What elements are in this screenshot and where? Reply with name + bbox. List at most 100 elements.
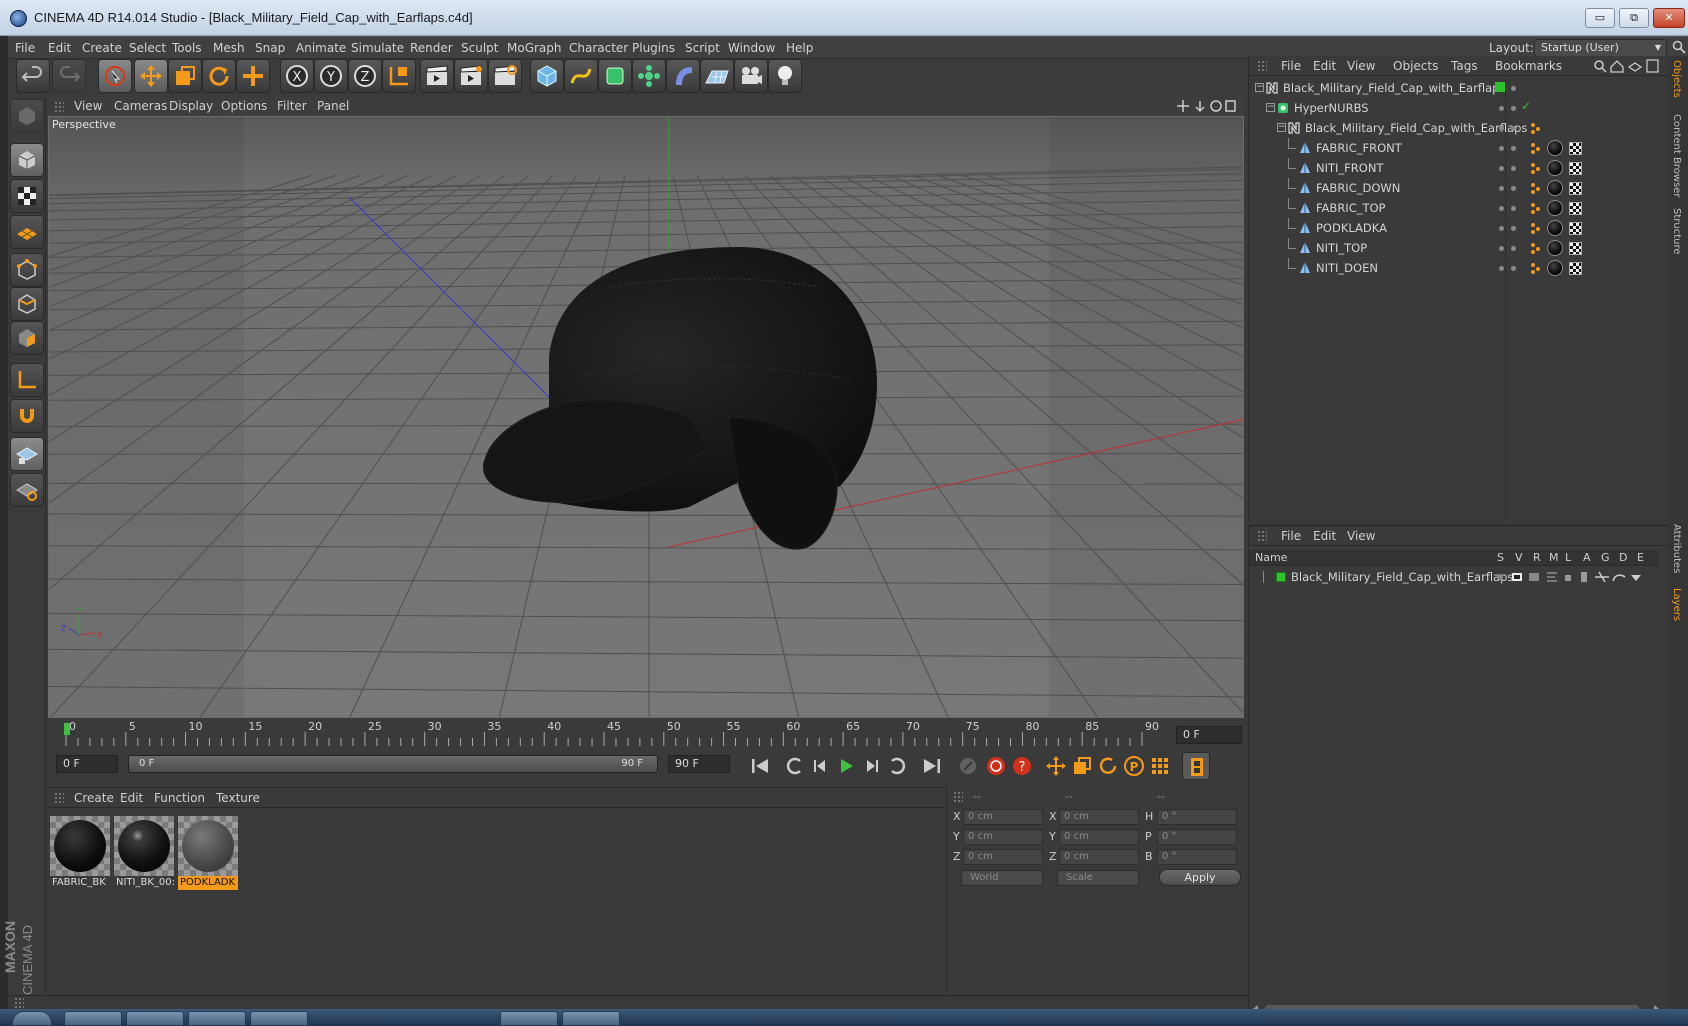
coord-size-z-field[interactable]: 0 cm xyxy=(1059,849,1139,865)
viewport-menu-panel[interactable]: Panel xyxy=(317,99,349,113)
layer-menu-view[interactable]: View xyxy=(1347,529,1375,543)
taskbar-item[interactable] xyxy=(250,1011,308,1026)
workplane-mode-button[interactable] xyxy=(10,215,44,249)
object-name[interactable]: FABRIC_DOWN xyxy=(1316,181,1400,195)
layer-color-swatch[interactable] xyxy=(1276,572,1286,582)
render-visibility-dot[interactable] xyxy=(1511,206,1516,211)
menu-snap[interactable]: Snap xyxy=(255,41,285,55)
material-tag-icon[interactable] xyxy=(1547,260,1563,276)
frame-ruler[interactable]: 0 5 10 15 20 25 30 35 40 45 50 55 60 65 70 75 80 85 90 xyxy=(58,718,1168,748)
tab-objects[interactable]: Objects xyxy=(1671,60,1682,98)
material-tag-icon[interactable] xyxy=(1547,200,1563,216)
play-button[interactable] xyxy=(832,752,860,780)
restore-button[interactable]: ⧉ xyxy=(1619,8,1649,28)
collapse-toggle-icon[interactable]: − xyxy=(1266,103,1275,112)
menu-sculpt[interactable]: Sculpt xyxy=(461,41,498,55)
object-row[interactable]: FABRIC_TOP xyxy=(1249,198,1669,218)
object-name[interactable]: FABRIC_TOP xyxy=(1316,201,1386,215)
object-row[interactable]: PODKLADKA xyxy=(1249,218,1669,238)
object-menu-bookmarks[interactable]: Bookmarks xyxy=(1495,59,1562,73)
key-position-button[interactable] xyxy=(1042,752,1070,780)
tab-structure[interactable]: Structure xyxy=(1671,208,1682,255)
phong-tag-icon[interactable] xyxy=(1529,241,1543,255)
array-button[interactable] xyxy=(632,59,666,93)
editor-visibility-dot[interactable] xyxy=(1499,246,1504,251)
material-tag-icon[interactable] xyxy=(1547,140,1563,156)
render-visibility-dot[interactable] xyxy=(1511,266,1516,271)
menu-mesh[interactable]: Mesh xyxy=(213,41,245,55)
uvw-tag-icon[interactable] xyxy=(1569,242,1582,255)
nurbs-button[interactable] xyxy=(598,59,632,93)
menu-select[interactable]: Select xyxy=(129,41,166,55)
start-button[interactable] xyxy=(12,1011,52,1026)
perspective-viewport[interactable]: Y X Z Perspective xyxy=(48,116,1244,718)
editor-visibility-dot[interactable] xyxy=(1499,266,1504,271)
move-button[interactable] xyxy=(134,59,168,93)
current-frame-field[interactable]: 0 F xyxy=(1176,726,1242,744)
viewport-menu-filter[interactable]: Filter xyxy=(277,99,307,113)
phong-tag-icon[interactable] xyxy=(1529,221,1543,235)
object-menu-edit[interactable]: Edit xyxy=(1313,59,1336,73)
model-mode-button[interactable] xyxy=(10,143,44,177)
start-frame-field[interactable]: 0 F xyxy=(56,755,118,773)
coord-rot-h-field[interactable]: 0 ° xyxy=(1157,809,1237,825)
object-row[interactable]: FABRIC_FRONT xyxy=(1249,138,1669,158)
phong-tag-icon[interactable] xyxy=(1529,201,1543,215)
collapse-toggle-icon[interactable]: − xyxy=(1277,123,1286,132)
object-row[interactable]: − HyperNURBS ✓ xyxy=(1249,98,1669,118)
object-row[interactable]: NITI_DOEN xyxy=(1249,258,1669,278)
menu-mograph[interactable]: MoGraph xyxy=(507,41,562,55)
viewport-menu-view[interactable]: View xyxy=(74,99,102,113)
render-visibility-dot[interactable] xyxy=(1511,86,1516,91)
uvw-tag-icon[interactable] xyxy=(1569,222,1582,235)
taskbar-item[interactable] xyxy=(500,1011,558,1026)
previous-frame-button[interactable] xyxy=(806,752,834,780)
object-name[interactable]: Black_Military_Field_Cap_with_Earflaps xyxy=(1283,81,1505,95)
uvw-tag-icon[interactable] xyxy=(1569,182,1582,195)
phong-tag-icon[interactable] xyxy=(1529,141,1543,155)
axis-mode-button[interactable] xyxy=(10,363,44,397)
layer-menu-file[interactable]: File xyxy=(1281,529,1301,543)
floor-button[interactable] xyxy=(700,59,734,93)
menu-render[interactable]: Render xyxy=(410,41,453,55)
editor-visibility-dot[interactable] xyxy=(1499,206,1504,211)
playhead-marker[interactable] xyxy=(64,723,70,735)
tab-attributes[interactable]: Attributes xyxy=(1671,524,1682,573)
viewport-menu-display[interactable]: Display xyxy=(169,99,213,113)
uvw-tag-icon[interactable] xyxy=(1569,162,1582,175)
object-row[interactable]: FABRIC_DOWN xyxy=(1249,178,1669,198)
taskbar-item[interactable] xyxy=(126,1011,184,1026)
material-menu-edit[interactable]: Edit xyxy=(120,791,143,805)
layer-col-manager[interactable]: M xyxy=(1549,551,1559,564)
edges-mode-button[interactable] xyxy=(10,287,44,321)
menu-tools[interactable]: Tools xyxy=(172,41,202,55)
deformer-button[interactable] xyxy=(666,59,700,93)
menu-character[interactable]: Character xyxy=(569,41,628,55)
points-mode-button[interactable] xyxy=(10,253,44,287)
object-row[interactable]: − Black_Military_Field_Cap_with_Earflaps xyxy=(1249,78,1669,98)
coord-pos-x-field[interactable]: 0 cm xyxy=(963,809,1043,825)
uvw-tag-icon[interactable] xyxy=(1569,262,1582,275)
layer-row[interactable]: Black_Military_Field_Cap_with_Earflaps xyxy=(1249,568,1659,586)
record-active-button[interactable] xyxy=(954,752,982,780)
render-picture-viewer-button[interactable] xyxy=(454,59,488,93)
phong-tag-icon[interactable] xyxy=(1529,161,1543,175)
menu-script[interactable]: Script xyxy=(685,41,720,55)
phong-tag-icon[interactable] xyxy=(1529,181,1543,195)
coord-system-select[interactable]: World xyxy=(961,870,1043,886)
coordinate-system-button[interactable] xyxy=(382,59,416,93)
next-key-button[interactable] xyxy=(884,752,912,780)
object-menu-file[interactable]: File xyxy=(1281,59,1301,73)
layer-col-deformers[interactable]: D xyxy=(1619,551,1627,564)
material-swatch[interactable]: NITI_BK_00: xyxy=(114,816,174,890)
polygons-mode-button[interactable] xyxy=(10,321,44,355)
material-swatch[interactable]: FABRIC_BK xyxy=(50,816,110,890)
object-name[interactable]: NITI_DOEN xyxy=(1316,261,1378,275)
render-visibility-dot[interactable] xyxy=(1511,146,1516,151)
render-visibility-dot[interactable] xyxy=(1511,126,1516,131)
make-editable-button[interactable] xyxy=(10,99,44,133)
preview-range-slider[interactable]: 0 F 90 F xyxy=(128,755,658,773)
undo-button[interactable] xyxy=(16,59,50,93)
taskbar-item[interactable] xyxy=(188,1011,246,1026)
previous-key-button[interactable] xyxy=(780,752,808,780)
